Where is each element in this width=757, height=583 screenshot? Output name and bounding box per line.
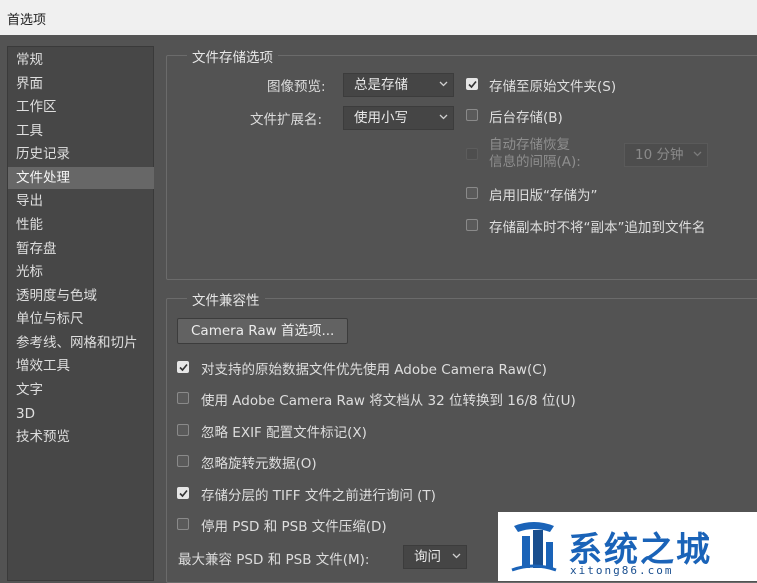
checkmark-icon bbox=[179, 363, 188, 372]
category-sidebar: 常规 界面 工作区 工具 历史记录 文件处理 导出 性能 暂存盘 光标 透明度与… bbox=[7, 46, 154, 581]
ask-layered-tiff-checkbox[interactable] bbox=[177, 487, 189, 499]
chevron-down-icon bbox=[693, 151, 702, 157]
sidebar-item-tools[interactable]: 工具 bbox=[8, 120, 154, 142]
background-save-label: 后台存储(B) bbox=[489, 110, 563, 126]
ignore-rotation-label: 忽略旋转元数据(O) bbox=[201, 456, 317, 472]
no-copy-suffix-label: 存储副本时不将“副本”追加到文件名 bbox=[489, 220, 706, 236]
city-logo-icon bbox=[511, 522, 557, 572]
sidebar-item-transparency-gamut[interactable]: 透明度与色域 bbox=[8, 285, 154, 307]
sidebar-item-history[interactable]: 历史记录 bbox=[8, 143, 154, 165]
save-to-original-folder-checkbox[interactable] bbox=[466, 78, 478, 90]
sidebar-item-general[interactable]: 常规 bbox=[8, 49, 154, 71]
sidebar-item-type[interactable]: 文字 bbox=[8, 379, 154, 401]
convert-32-bit-label: 使用 Adobe Camera Raw 将文档从 32 位转换到 16/8 位(… bbox=[201, 393, 576, 409]
disable-psd-compression-label: 停用 PSD 和 PSB 文件压缩(D) bbox=[201, 519, 387, 535]
file-extension-label: 文件扩展名: bbox=[250, 112, 323, 128]
save-to-original-folder-label: 存储至原始文件夹(S) bbox=[489, 79, 617, 95]
convert-32-bit-checkbox[interactable] bbox=[177, 392, 189, 404]
sidebar-item-technology-previews[interactable]: 技术预览 bbox=[8, 426, 154, 448]
background-save-checkbox[interactable] bbox=[466, 109, 478, 121]
auto-save-interval-value: 10 分钟 bbox=[635, 147, 684, 163]
window-title: 首选项 bbox=[7, 13, 47, 28]
image-preview-value: 总是存储 bbox=[354, 77, 408, 93]
auto-save-label: 自动存储恢复 信息的间隔(A): bbox=[489, 137, 581, 171]
sidebar-item-performance[interactable]: 性能 bbox=[8, 214, 154, 236]
file-extension-value: 使用小写 bbox=[354, 110, 408, 126]
sidebar-item-plugins[interactable]: 增效工具 bbox=[8, 355, 154, 377]
checkmark-icon bbox=[179, 489, 188, 498]
chevron-down-icon bbox=[439, 114, 448, 120]
auto-save-label-line1: 自动存储恢复 bbox=[489, 137, 570, 153]
ignore-rotation-checkbox[interactable] bbox=[177, 455, 189, 467]
ignore-exif-checkbox[interactable] bbox=[177, 424, 189, 436]
watermark: 系统之城 xitong86.com bbox=[498, 512, 757, 581]
file-compatibility-title: 文件兼容性 bbox=[187, 289, 265, 309]
legacy-save-as-checkbox[interactable] bbox=[466, 187, 478, 199]
file-save-options-title: 文件存储选项 bbox=[187, 46, 278, 66]
disable-psd-compression-checkbox[interactable] bbox=[177, 518, 189, 530]
prefer-camera-raw-checkbox[interactable] bbox=[177, 361, 189, 373]
sidebar-item-workspace[interactable]: 工作区 bbox=[8, 96, 154, 118]
auto-save-interval-select[interactable]: 10 分钟 bbox=[624, 143, 708, 167]
no-copy-suffix-checkbox[interactable] bbox=[466, 219, 478, 231]
max-compatibility-label: 最大兼容 PSD 和 PSB 文件(M): bbox=[178, 552, 370, 568]
image-preview-label: 图像预览: bbox=[267, 79, 326, 95]
sidebar-item-scratch-disks[interactable]: 暂存盘 bbox=[8, 238, 154, 260]
title-bar: 首选项 bbox=[0, 0, 757, 35]
sidebar-item-3d[interactable]: 3D bbox=[8, 403, 154, 425]
checkmark-icon bbox=[468, 80, 477, 89]
ask-layered-tiff-label: 存储分层的 TIFF 文件之前进行询问 (T) bbox=[201, 488, 436, 504]
legacy-save-as-label: 启用旧版“存储为” bbox=[489, 188, 598, 204]
image-preview-select[interactable]: 总是存储 bbox=[343, 73, 454, 97]
sidebar-item-interface[interactable]: 界面 bbox=[8, 73, 154, 95]
prefer-camera-raw-label: 对支持的原始数据文件优先使用 Adobe Camera Raw(C) bbox=[201, 362, 547, 378]
camera-raw-preferences-button[interactable]: Camera Raw 首选项... bbox=[177, 318, 349, 344]
sidebar-item-export[interactable]: 导出 bbox=[8, 190, 154, 212]
watermark-url: xitong86.com bbox=[570, 564, 674, 577]
max-compatibility-value: 询问 bbox=[414, 549, 441, 565]
sidebar-item-file-handling[interactable]: 文件处理 bbox=[8, 167, 154, 189]
ignore-exif-label: 忽略 EXIF 配置文件标记(X) bbox=[201, 425, 367, 441]
file-extension-select[interactable]: 使用小写 bbox=[343, 106, 454, 130]
chevron-down-icon bbox=[439, 81, 448, 87]
chevron-down-icon bbox=[452, 553, 461, 559]
file-save-options-group bbox=[166, 55, 757, 280]
sidebar-item-cursors[interactable]: 光标 bbox=[8, 261, 154, 283]
max-compatibility-select[interactable]: 询问 bbox=[403, 545, 467, 569]
auto-save-label-line2: 信息的间隔(A): bbox=[489, 154, 581, 170]
auto-save-checkbox[interactable] bbox=[466, 148, 478, 160]
sidebar-item-guides-grid-slices[interactable]: 参考线、网格和切片 bbox=[8, 332, 154, 354]
sidebar-item-units-rulers[interactable]: 单位与标尺 bbox=[8, 308, 154, 330]
